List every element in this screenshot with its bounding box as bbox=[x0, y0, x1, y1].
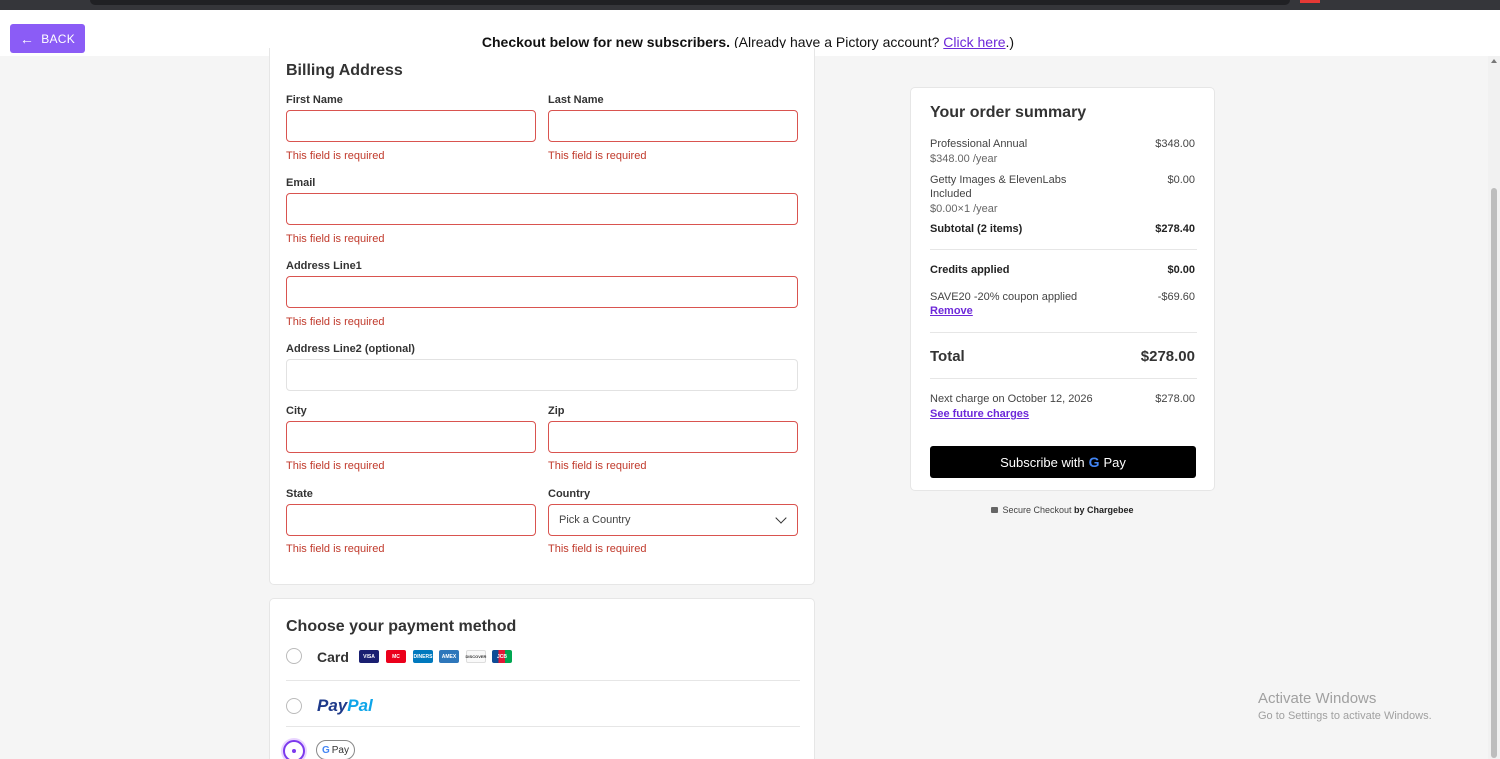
state-field[interactable] bbox=[286, 504, 536, 536]
scroll-up-icon[interactable] bbox=[1491, 59, 1497, 63]
discover-icon: DISCOVER bbox=[466, 650, 486, 663]
mastercard-icon: MC bbox=[386, 650, 406, 663]
billing-title: Billing Address bbox=[286, 62, 403, 79]
scrollbar-thumb[interactable] bbox=[1491, 188, 1497, 758]
jcb-icon: JCB bbox=[492, 650, 512, 663]
google-g-icon: G bbox=[1088, 454, 1100, 470]
paypal-pay-text: Pay bbox=[317, 696, 348, 715]
total-amount: $278.00 bbox=[1140, 348, 1195, 365]
summary-divider bbox=[930, 249, 1197, 250]
last-name-label: Last Name bbox=[548, 94, 604, 106]
item-name: Professional Annual bbox=[930, 138, 1028, 150]
country-select[interactable]: Pick a Country bbox=[548, 504, 798, 536]
subtotal-amount: $278.40 bbox=[1155, 223, 1195, 235]
browser-chrome-strip bbox=[0, 0, 1500, 10]
first-name-field[interactable] bbox=[286, 110, 536, 142]
checkout-message-end: .) bbox=[1005, 34, 1015, 50]
subtotal-label: Subtotal (2 items) bbox=[930, 223, 1023, 235]
payment-title: Choose your payment method bbox=[286, 618, 517, 635]
subscribe-pay-label: Pay bbox=[1103, 454, 1126, 470]
paypal-logo[interactable]: PayPal bbox=[317, 696, 373, 716]
order-summary-card: Your order summary Professional Annual $… bbox=[910, 87, 1215, 491]
item-detail: $0.00×1 /year bbox=[930, 203, 998, 215]
email-field[interactable] bbox=[286, 193, 798, 225]
remove-coupon-link[interactable]: Remove bbox=[930, 305, 973, 317]
credits-label: Credits applied bbox=[930, 264, 1010, 276]
gpay-option-label: Pay bbox=[331, 744, 349, 756]
state-label: State bbox=[286, 488, 313, 500]
summary-divider bbox=[930, 378, 1197, 379]
zip-field[interactable] bbox=[548, 421, 798, 453]
city-label: City bbox=[286, 405, 307, 417]
address-line1-field[interactable] bbox=[286, 276, 798, 308]
next-charge-label: Next charge on October 12, 2026 bbox=[930, 393, 1093, 405]
coupon-amount: -$69.60 bbox=[1157, 291, 1195, 303]
address-line1-label: Address Line1 bbox=[286, 260, 362, 272]
windows-activation-watermark: Activate Windows Go to Settings to activ… bbox=[1258, 690, 1432, 722]
next-charge-amount: $278.00 bbox=[1155, 393, 1195, 405]
address-line1-error: This field is required bbox=[286, 316, 385, 328]
address-bar-edge bbox=[90, 0, 1290, 5]
secure-checkout-note: Secure Checkout by Chargebee bbox=[910, 505, 1215, 515]
zip-label: Zip bbox=[548, 405, 565, 417]
card-option-label[interactable]: Card bbox=[317, 649, 349, 665]
paypal-pal-text: Pal bbox=[347, 696, 373, 715]
zip-error: This field is required bbox=[548, 460, 647, 472]
first-name-error: This field is required bbox=[286, 150, 385, 162]
amex-icon: AMEX bbox=[439, 650, 459, 663]
country-error: This field is required bbox=[548, 543, 647, 555]
diners-icon: DINERS bbox=[413, 650, 433, 663]
paypal-radio[interactable] bbox=[286, 698, 302, 714]
country-label: Country bbox=[548, 488, 591, 500]
payment-method-card: Choose your payment method Card VISA MC … bbox=[269, 598, 815, 759]
secure-by: by Chargebee bbox=[1074, 505, 1134, 515]
watermark-line2: Go to Settings to activate Windows. bbox=[1258, 710, 1432, 722]
payment-divider bbox=[286, 726, 800, 727]
last-name-error: This field is required bbox=[548, 150, 647, 162]
page-scrollbar[interactable] bbox=[1488, 56, 1500, 759]
billing-address-card: Billing Address First Name This field is… bbox=[269, 48, 815, 585]
click-here-link[interactable]: Click here bbox=[943, 34, 1005, 50]
summary-divider bbox=[930, 332, 1197, 333]
email-label: Email bbox=[286, 177, 316, 189]
city-field[interactable] bbox=[286, 421, 536, 453]
item-detail: $348.00 /year bbox=[930, 153, 998, 165]
address-line2-label: Address Line2 (optional) bbox=[286, 343, 415, 355]
city-error: This field is required bbox=[286, 460, 385, 472]
subscribe-label: Subscribe with bbox=[1000, 454, 1085, 470]
secure-text: Secure Checkout bbox=[1002, 505, 1074, 515]
visa-icon: VISA bbox=[359, 650, 379, 663]
first-name-label: First Name bbox=[286, 94, 343, 106]
chevron-down-icon bbox=[775, 512, 787, 524]
last-name-field[interactable] bbox=[548, 110, 798, 142]
item-amount: $348.00 bbox=[1155, 138, 1195, 150]
order-summary-title: Your order summary bbox=[930, 104, 1087, 121]
watermark-line1: Activate Windows bbox=[1258, 690, 1377, 707]
card-radio[interactable] bbox=[286, 648, 302, 664]
item-name-line2: Included bbox=[930, 188, 972, 200]
state-error: This field is required bbox=[286, 543, 385, 555]
lock-icon bbox=[991, 507, 999, 513]
total-label: Total bbox=[930, 348, 965, 365]
credits-amount: $0.00 bbox=[1167, 264, 1195, 276]
item-name: Getty Images & ElevenLabs bbox=[930, 174, 1067, 186]
subscribe-gpay-button[interactable]: Subscribe with G Pay bbox=[930, 446, 1196, 478]
notification-badge bbox=[1300, 0, 1320, 3]
see-future-charges-link[interactable]: See future charges bbox=[930, 408, 1029, 420]
gpay-option[interactable]: G Pay bbox=[316, 740, 355, 759]
item-amount: $0.00 bbox=[1167, 174, 1195, 186]
google-g-icon: G bbox=[321, 744, 330, 756]
coupon-label: SAVE20 -20% coupon applied bbox=[930, 291, 1078, 303]
payment-divider bbox=[286, 680, 800, 681]
country-select-value: Pick a Country bbox=[559, 514, 631, 526]
gpay-radio[interactable] bbox=[283, 740, 305, 759]
address-line2-field[interactable] bbox=[286, 359, 798, 391]
email-error: This field is required bbox=[286, 233, 385, 245]
